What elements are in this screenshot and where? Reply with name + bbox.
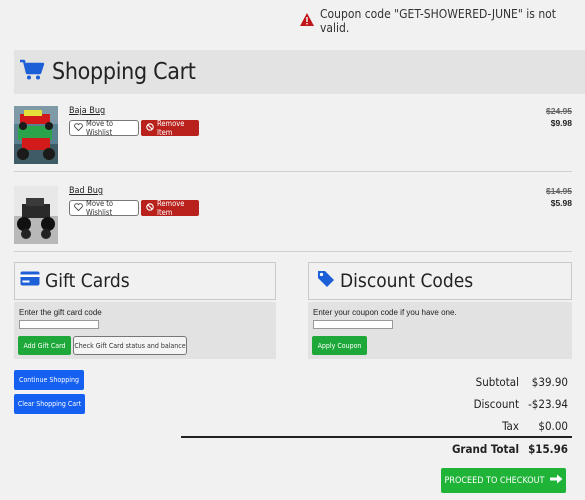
- original-price: $24.95: [546, 106, 572, 116]
- discount-codes-title: Discount Codes: [340, 270, 474, 292]
- cart-item: Baja Bug Move to Wishlist Remove Item $2…: [14, 106, 572, 168]
- coupon-input[interactable]: [313, 320, 393, 329]
- subtotal-label: Subtotal: [475, 375, 519, 389]
- summary-divider: [181, 436, 572, 438]
- gift-card-input[interactable]: [19, 320, 99, 329]
- grand-total-value: $15.96: [528, 442, 568, 456]
- alert-message: Coupon code "GET-SHOWERED-JUNE" is not v…: [320, 7, 556, 35]
- discount-row: Discount -$23.94: [319, 397, 568, 411]
- divider: [14, 251, 572, 252]
- divider: [14, 171, 572, 172]
- tag-icon: [317, 270, 335, 293]
- apply-coupon-button[interactable]: Apply Coupon: [312, 336, 367, 355]
- product-image[interactable]: [14, 106, 58, 164]
- ban-icon: [146, 203, 154, 213]
- discount-codes-panel: Enter your coupon code if you have one. …: [308, 302, 572, 359]
- remove-item-button[interactable]: Remove Item: [141, 119, 199, 137]
- product-image[interactable]: [14, 186, 58, 244]
- arrow-right-icon: [549, 474, 563, 487]
- discount-codes-header: Discount Codes: [308, 262, 572, 300]
- clear-cart-button[interactable]: Clear Shopping Cart: [14, 394, 85, 414]
- gift-card-label: Enter the gift card code: [19, 308, 102, 317]
- ban-icon: [146, 123, 154, 133]
- sale-price: $5.98: [550, 198, 572, 208]
- warning-icon: [300, 13, 314, 29]
- grand-total-row: Grand Total $15.96: [319, 442, 568, 456]
- grand-total-label: Grand Total: [451, 442, 519, 456]
- page-title: Shopping Cart: [52, 59, 196, 85]
- tax-label: Tax: [502, 419, 519, 433]
- product-name-link[interactable]: Bad Bug: [69, 186, 103, 196]
- subtotal-row: Subtotal $39.90: [319, 375, 568, 389]
- tax-value: $0.00: [538, 419, 568, 433]
- gift-cards-panel: Enter the gift card code Add Gift Card C…: [14, 302, 276, 359]
- product-name-link[interactable]: Baja Bug: [69, 106, 105, 116]
- cart-item: Bad Bug Move to Wishlist Remove Item $14…: [14, 186, 572, 248]
- shopping-cart-header: Shopping Cart: [14, 50, 585, 94]
- coupon-label: Enter your coupon code if you have one.: [313, 308, 457, 317]
- gift-cards-header: Gift Cards: [14, 262, 276, 300]
- coupon-error-alert: Coupon code "GET-SHOWERED-JUNE" is not v…: [300, 7, 585, 35]
- heart-icon: [74, 203, 83, 213]
- original-price: $14.95: [546, 186, 572, 196]
- remove-item-button[interactable]: Remove Item: [141, 199, 199, 217]
- credit-card-icon: [20, 271, 40, 291]
- gift-cards-title: Gift Cards: [45, 270, 130, 292]
- heart-icon: [74, 123, 83, 133]
- continue-shopping-button[interactable]: Continue Shopping: [14, 370, 84, 390]
- move-to-wishlist-button[interactable]: Move to Wishlist: [69, 199, 139, 217]
- discount-label: Discount: [473, 397, 519, 411]
- tax-row: Tax $0.00: [319, 419, 568, 433]
- subtotal-value: $39.90: [531, 375, 568, 389]
- proceed-to-checkout-button[interactable]: PROCEED TO CHECKOUT: [441, 468, 566, 493]
- sale-price: $9.98: [550, 118, 572, 128]
- check-gift-card-button[interactable]: Check Gift Card status and balance: [73, 336, 187, 355]
- add-gift-card-button[interactable]: Add Gift Card: [18, 336, 71, 355]
- cart-icon: [14, 59, 45, 86]
- move-to-wishlist-button[interactable]: Move to Wishlist: [69, 119, 139, 137]
- discount-value: -$23.94: [528, 397, 568, 411]
